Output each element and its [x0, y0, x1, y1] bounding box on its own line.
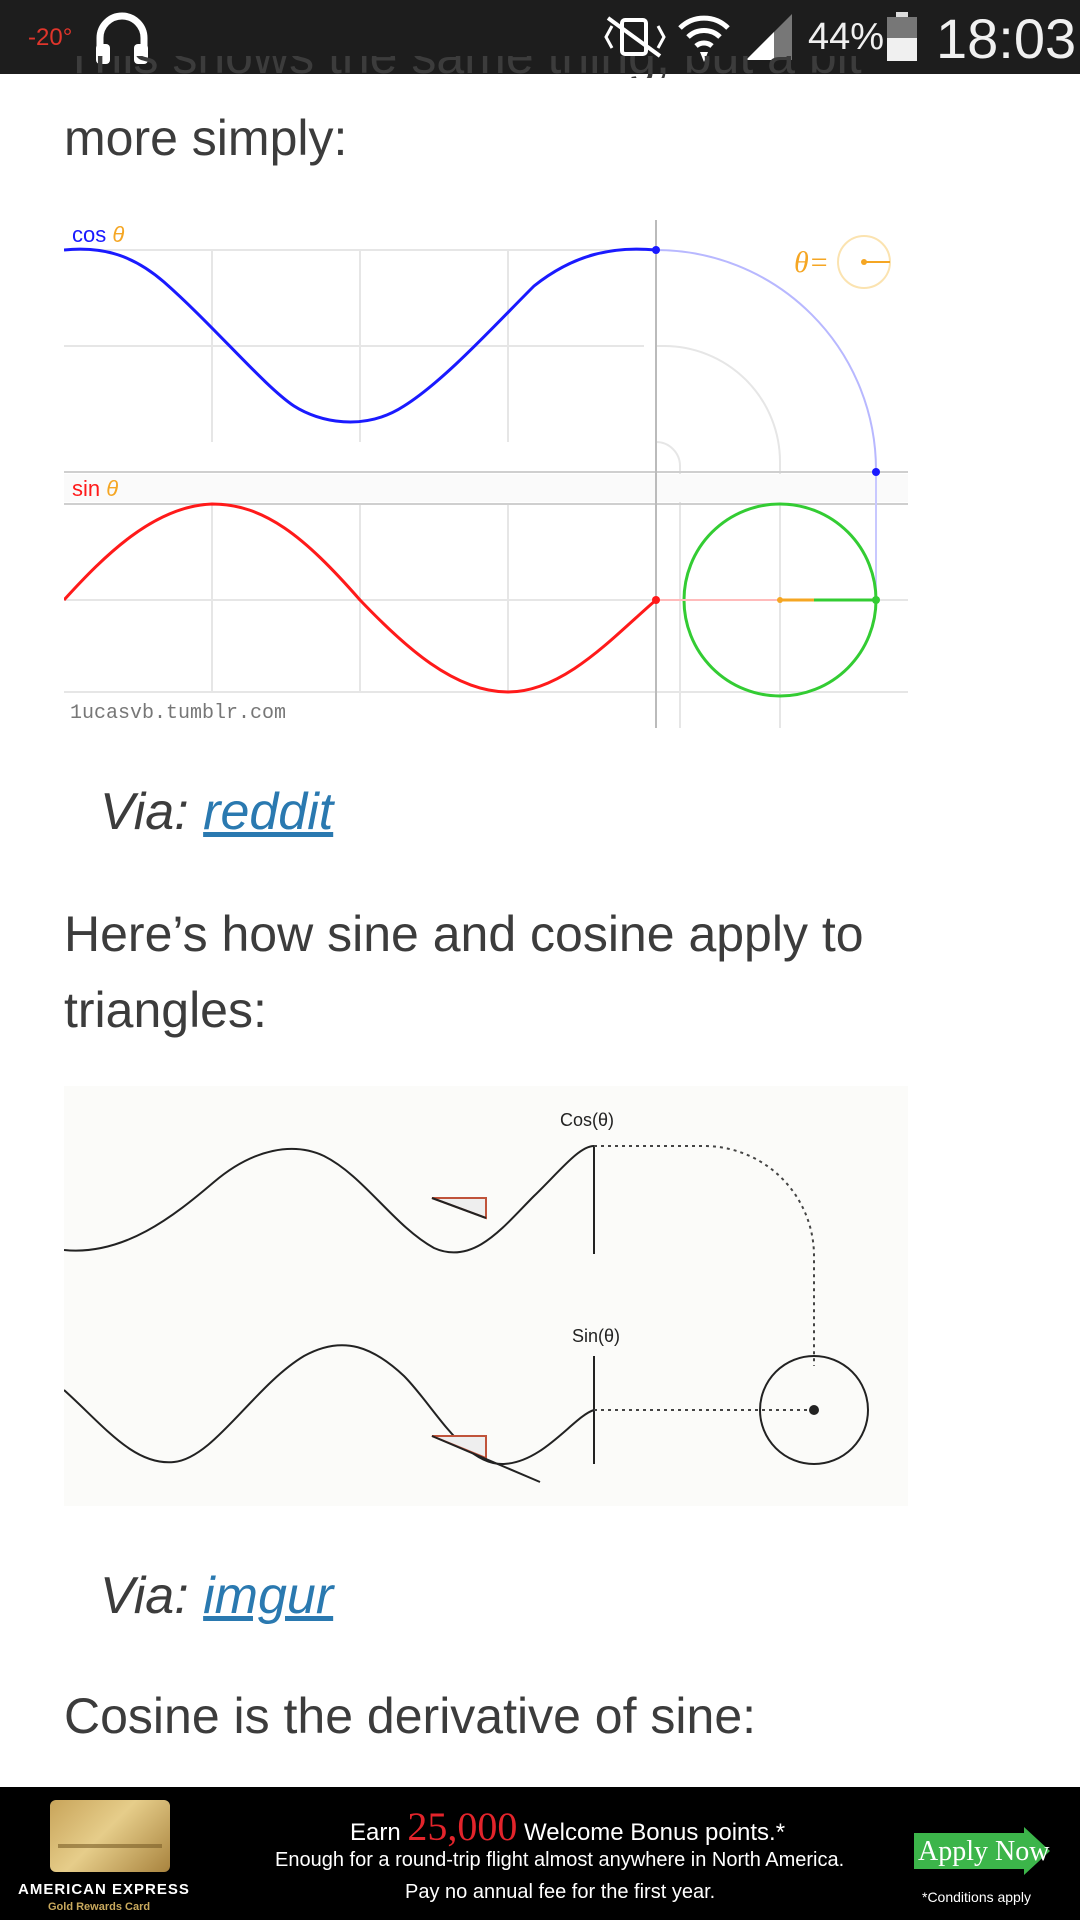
imgur-link[interactable]: imgur — [203, 1567, 333, 1625]
ad-amount: 25,000 — [407, 1804, 518, 1849]
sin-label: sin θ — [72, 476, 118, 501]
center-point — [777, 597, 783, 603]
reddit-link[interactable]: reddit — [203, 783, 333, 841]
theta-dial-center — [861, 259, 867, 265]
ad-line-3: Pay no annual fee for the first year. — [405, 1881, 716, 1903]
cos-label: cos θ — [72, 222, 124, 247]
ad-brand: AMERICAN EXPRESS — [18, 1881, 190, 1898]
watermark: 1ucasvb.tumblr.com — [70, 702, 286, 725]
ad-banner[interactable]: AMERICAN EXPRESS Gold Rewards Card Earn … — [0, 1787, 1080, 1920]
paragraph-triangles: Here’s how sine and cosine apply to tria… — [64, 906, 864, 1038]
gold-card-image — [50, 1800, 170, 1872]
cos-axis-point — [872, 468, 880, 476]
battery-icon — [887, 12, 917, 61]
sin-theta-label: Sin(θ) — [572, 1326, 620, 1346]
cos-point — [652, 246, 660, 254]
cos-dotted-path — [594, 1145, 815, 1366]
via-reddit: Via: reddit — [100, 782, 333, 842]
battery-percent: 44% — [808, 16, 885, 58]
paragraph-intro: more simply: — [64, 110, 348, 166]
circle-point — [872, 596, 880, 604]
clock: 18:03 — [936, 7, 1077, 70]
cos-theta-label: Cos(θ) — [560, 1110, 614, 1130]
ad-conditions: *Conditions apply — [922, 1889, 1031, 1905]
via-imgur: Via: imgur — [100, 1566, 333, 1626]
cut-off-text: This shows the same thing, but a bit — [64, 56, 862, 78]
sin-wave — [64, 1344, 595, 1466]
temperature-indicator: -20° — [28, 24, 73, 51]
separator-band — [64, 474, 908, 502]
signal-icon — [746, 14, 792, 60]
ad-line-2: Enough for a round-trip flight almost an… — [275, 1849, 845, 1871]
sine-cosine-figure: cos θ sin θ θ= 1ucasvb.tumblr.com — [64, 216, 908, 728]
ad-card-name: Gold Rewards Card — [48, 1901, 151, 1913]
circle-point-2 — [809, 1405, 819, 1415]
via-label: Via: — [100, 783, 204, 841]
vibrate-mute-icon — [604, 16, 666, 58]
ad-headline: Earn 25,000 Welcome Bonus points.* — [350, 1804, 786, 1849]
cos-wave — [64, 1145, 595, 1254]
via-label-2: Via: — [100, 1567, 204, 1625]
sin-point — [652, 596, 660, 604]
theta-equals: θ= — [794, 246, 829, 279]
paragraph-derivative: Cosine is the derivative of sine: — [64, 1688, 757, 1744]
quarter-arc — [655, 249, 877, 471]
apply-now-button[interactable]: Apply Now — [918, 1836, 1049, 1868]
triangle-figure: Cos(θ) Sin(θ) — [64, 1086, 908, 1506]
